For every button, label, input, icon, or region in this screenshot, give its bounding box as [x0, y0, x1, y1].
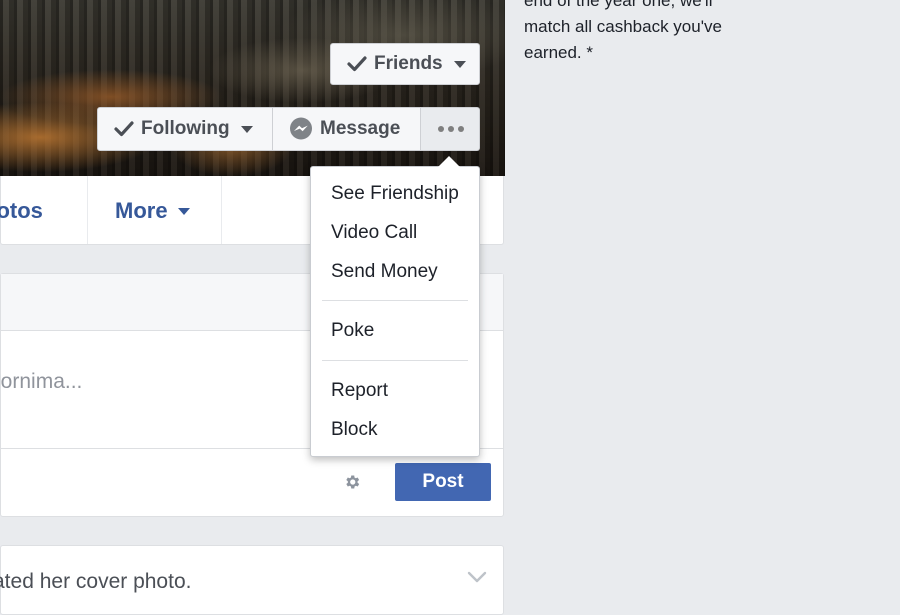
- caret-down-icon: [177, 207, 190, 215]
- nav-tab-more[interactable]: More: [115, 198, 190, 224]
- menu-item-block[interactable]: Block: [331, 419, 377, 441]
- more-options-button[interactable]: [421, 107, 480, 151]
- checkmark-icon: [347, 56, 367, 72]
- gear-icon[interactable]: [343, 473, 361, 491]
- checkmark-icon: [114, 121, 134, 137]
- nav-tab-photos[interactable]: hotos: [0, 198, 43, 224]
- following-button[interactable]: Following: [97, 107, 273, 151]
- more-options-menu: See Friendship Video Call Send Money Pok…: [310, 166, 480, 457]
- nav-divider: [221, 176, 222, 244]
- friends-button[interactable]: Friends: [330, 43, 480, 85]
- menu-item-poke[interactable]: Poke: [331, 320, 374, 342]
- menu-item-video-call[interactable]: Video Call: [331, 222, 417, 244]
- message-label: Message: [320, 118, 401, 139]
- message-button[interactable]: Message: [273, 107, 421, 151]
- caret-down-icon: [453, 60, 466, 68]
- friends-label: Friends: [374, 53, 443, 74]
- promo-line: match all cashback you've: [524, 17, 722, 36]
- story-card: ated her cover photo.: [0, 545, 504, 615]
- more-dots-icon: [438, 126, 464, 132]
- menu-item-send-money[interactable]: Send Money: [331, 261, 438, 283]
- profile-action-buttons: Following Message: [97, 107, 480, 151]
- menu-item-see-friendship[interactable]: See Friendship: [331, 183, 459, 205]
- menu-item-report[interactable]: Report: [331, 380, 388, 402]
- menu-divider: [322, 360, 468, 361]
- menu-divider: [322, 300, 468, 301]
- dropdown-pointer: [438, 156, 460, 167]
- story-text: ated her cover photo.: [0, 570, 192, 593]
- messenger-icon: [290, 117, 312, 140]
- caret-down-icon: [240, 125, 253, 133]
- promo-line: earned. *: [524, 43, 593, 62]
- following-label: Following: [141, 118, 230, 139]
- cashback-promo-text: end of the year one, we'll match all cas…: [524, 0, 784, 66]
- nav-more-label: More: [115, 198, 168, 223]
- nav-divider: [87, 176, 88, 244]
- chevron-down-icon[interactable]: [467, 570, 487, 584]
- post-button[interactable]: Post: [395, 463, 491, 501]
- composer-input-placeholder[interactable]: oornima...: [0, 370, 82, 394]
- promo-line: end of the year one, we'll: [524, 0, 713, 10]
